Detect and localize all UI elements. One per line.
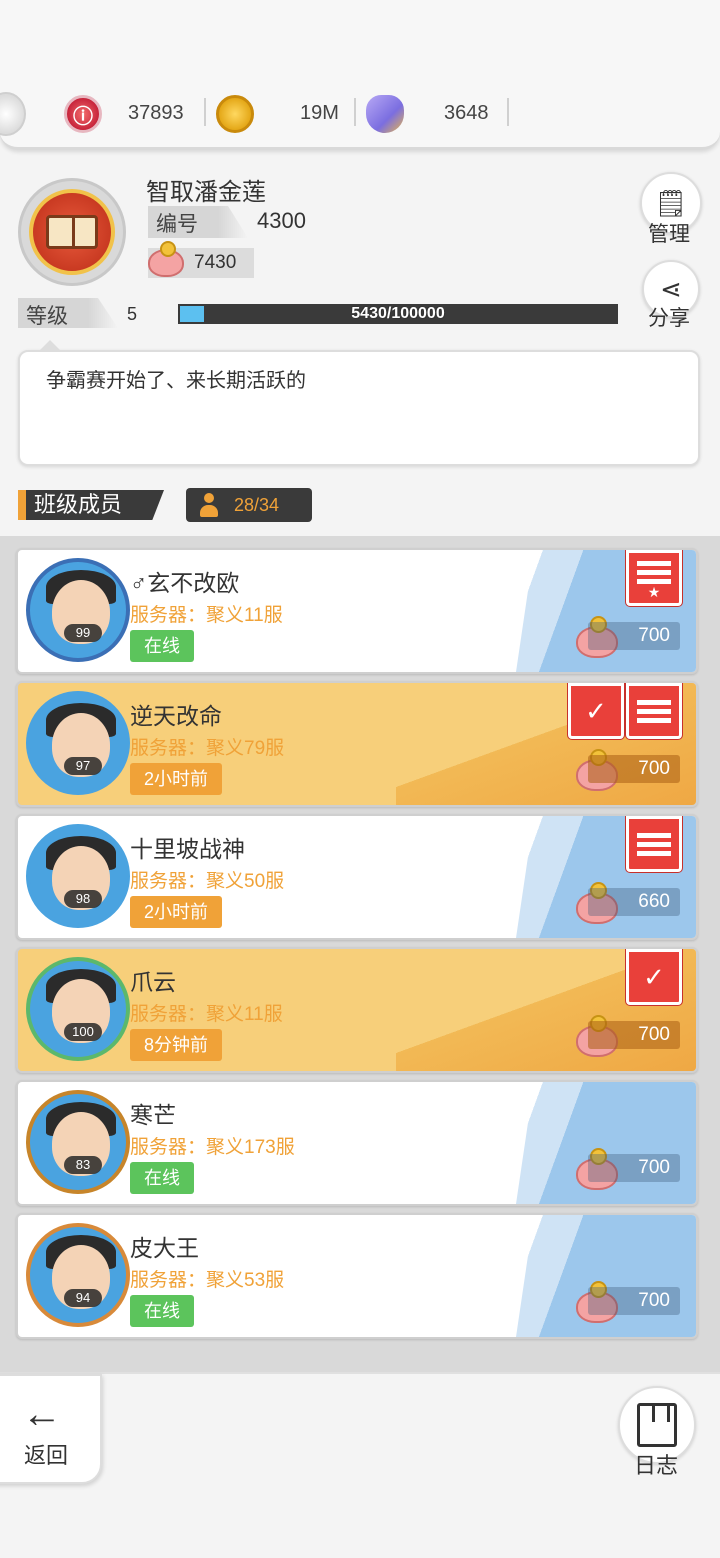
member-status: 2小时前: [130, 763, 223, 795]
member-count: 28/34: [234, 494, 280, 515]
member-card[interactable]: 97 逆天改命服务器：聚义79服 2小时前 ✓ 700: [16, 681, 698, 807]
member-contribution: 700: [588, 1154, 680, 1182]
member-avatar[interactable]: 98: [26, 824, 130, 928]
divider: [204, 98, 206, 126]
member-status: 在线: [130, 630, 194, 662]
member-card[interactable]: 99 ♂玄不改欧服务器：聚义11服在线 ★ 700: [16, 548, 698, 674]
shield-badge-icon: ✓: [568, 683, 624, 739]
member-name: 皮大王: [130, 1235, 199, 1261]
member-card[interactable]: 94 皮大王服务器：聚义53服在线 700: [16, 1213, 698, 1339]
xp-progress-bar: 5430/100000: [178, 304, 618, 324]
member-name: 逆天改命: [130, 703, 222, 729]
manage-doc-icon: 🗒: [654, 187, 688, 218]
member-contribution: 700: [588, 1021, 680, 1049]
rank-badge-icon: ★: [626, 550, 682, 606]
notice-text: 争霸赛开始了、来长期活跃的: [46, 370, 306, 392]
resource-gold-coin[interactable]: [216, 92, 254, 136]
member-avatar[interactable]: 83: [26, 1090, 130, 1194]
back-label: 返回: [24, 1443, 69, 1468]
red-gem-icon: ⓘ: [64, 95, 102, 133]
member-card[interactable]: 100 爪云服务器：聚义11服 8分钟前 ✓ 700: [16, 947, 698, 1073]
xp-progress-text: 5430/100000: [351, 305, 445, 322]
resource-bar: ⓘ 37893 19M 3648: [0, 0, 720, 150]
red-gem-value: 37893: [128, 102, 184, 124]
class-name: 智取潘金莲: [146, 179, 266, 206]
member-contribution: 700: [588, 1287, 680, 1315]
member-contribution: 660: [588, 888, 680, 916]
class-notice: 争霸赛开始了、来长期活跃的: [18, 340, 700, 466]
menu-orb-icon[interactable]: [0, 92, 26, 136]
bottom-bar: ← 返回 日志: [0, 1372, 720, 1558]
manage-label: 管理: [648, 223, 690, 246]
resource-crystal[interactable]: [366, 92, 404, 136]
member-name: 寒芒: [130, 1102, 176, 1128]
member-status: 在线: [130, 1295, 194, 1327]
rank-badge-icon: [626, 816, 682, 872]
member-name: ♂玄不改欧: [130, 570, 240, 596]
back-arrow-icon: ←: [22, 1392, 62, 1436]
share-label: 分享: [648, 307, 690, 330]
member-server: 服务器：聚义173服: [130, 1137, 295, 1158]
member-avatar[interactable]: 99: [26, 558, 130, 662]
crystal-value: 3648: [444, 102, 489, 124]
divider: [507, 98, 509, 126]
id-label: 编号: [148, 206, 248, 238]
member-count-badge: 28/34: [186, 488, 312, 522]
level-label: 等级: [18, 298, 118, 328]
class-emblem: [18, 178, 126, 286]
level-value: 5: [127, 304, 138, 324]
member-avatar[interactable]: 100: [26, 957, 130, 1061]
log-label: 日志: [634, 1453, 679, 1478]
resource-red-gem[interactable]: ⓘ: [64, 92, 102, 136]
member-status: 在线: [130, 1162, 194, 1194]
member-server: 服务器：聚义11服: [130, 1004, 283, 1025]
member-contribution: 700: [588, 622, 680, 650]
member-level: 100: [64, 1023, 102, 1041]
shield-badge-icon: ✓: [626, 949, 682, 1005]
member-card[interactable]: 98 十里坡战神服务器：聚义50服 2小时前 660: [16, 814, 698, 940]
member-avatar[interactable]: 94: [26, 1223, 130, 1327]
divider: [354, 98, 356, 126]
member-level: 98: [64, 890, 102, 908]
member-server: 服务器：聚义53服: [130, 1270, 285, 1291]
book-icon: [637, 1403, 677, 1447]
member-name: 爪云: [130, 969, 176, 995]
member-level: 99: [64, 624, 102, 642]
member-list[interactable]: 99 ♂玄不改欧 服务器：聚义11服 在线 ★ 700 97 逆天改命 服务器：聚义79服 2小时…: [0, 536, 720, 1372]
member-status: 8分钟前: [130, 1029, 223, 1061]
funds-value: 7430: [194, 252, 237, 273]
gold-coin-value: 19M: [300, 102, 339, 124]
class-funds: 7430: [148, 241, 254, 278]
member-avatar[interactable]: 97: [26, 691, 130, 795]
members-section-title: 班级成员: [18, 490, 164, 520]
member-card[interactable]: 83 寒芒服务器：聚义173服在线 700: [16, 1080, 698, 1206]
member-name: 十里坡战神: [130, 836, 245, 862]
back-button[interactable]: ← 返回: [0, 1374, 102, 1484]
member-level: 83: [64, 1156, 102, 1174]
member-status: 2小时前: [130, 896, 223, 928]
resource-row: ⓘ 37893 19M 3648: [0, 92, 720, 136]
member-contribution: 700: [588, 755, 680, 783]
member-server: 服务器：聚义79服: [130, 738, 285, 759]
member-level: 97: [64, 757, 102, 775]
member-server: 服务器：聚义50服: [130, 871, 285, 892]
person-icon: [200, 493, 218, 517]
id-value: 4300: [257, 208, 306, 233]
piggy-bank-icon: [148, 241, 184, 277]
gold-coin-icon: [216, 95, 254, 133]
member-level: 94: [64, 1289, 102, 1307]
member-server: 服务器：聚义11服: [130, 605, 283, 626]
share-icon: ⋖: [660, 273, 682, 304]
rank-badge-icon: [626, 683, 682, 739]
book-emblem-icon: [29, 189, 115, 275]
crystal-icon: [366, 95, 404, 133]
